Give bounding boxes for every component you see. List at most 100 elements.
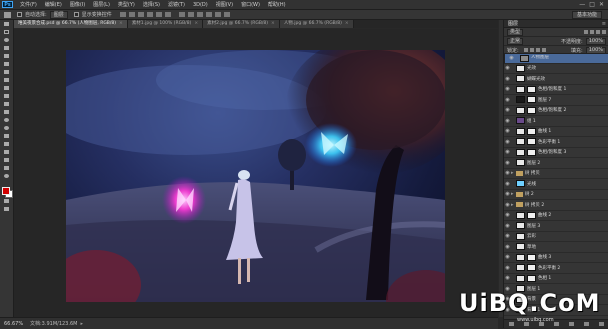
layer-thumbnail[interactable] bbox=[516, 211, 525, 219]
layer-row[interactable]: ◉ 色彩平衡 2 bbox=[504, 263, 608, 274]
lock-paint-icon[interactable] bbox=[529, 48, 534, 52]
auto-select-checkbox[interactable] bbox=[17, 12, 22, 17]
align-top-icon[interactable] bbox=[119, 12, 126, 17]
folder-icon[interactable] bbox=[516, 201, 523, 208]
folder-icon[interactable] bbox=[516, 191, 523, 198]
zoom-tool-icon[interactable] bbox=[2, 174, 11, 180]
shape-tool-icon[interactable] bbox=[2, 158, 11, 164]
layer-row[interactable]: ◉ 色相/饱和度 2 bbox=[504, 106, 608, 116]
maximize-button[interactable]: □ bbox=[589, 1, 595, 8]
align-middle-icon[interactable] bbox=[128, 12, 135, 17]
screen-mode-icon[interactable] bbox=[2, 207, 11, 213]
layer-row[interactable]: ◉ 光线 bbox=[504, 179, 608, 190]
layer-thumbnail[interactable] bbox=[516, 232, 525, 240]
distribute-center-icon[interactable] bbox=[214, 12, 221, 17]
menu-window[interactable]: 窗口(W) bbox=[237, 1, 264, 8]
visibility-eye-icon[interactable]: ◉ bbox=[504, 139, 511, 145]
menu-file[interactable]: 文件(F) bbox=[16, 1, 41, 8]
shape-filter-icon[interactable] bbox=[602, 30, 606, 34]
visibility-eye-icon[interactable]: ◉ bbox=[504, 233, 511, 239]
pixel-filter-icon[interactable] bbox=[584, 30, 588, 34]
panel-menu-icon[interactable]: ≡ bbox=[602, 21, 606, 27]
visibility-eye-icon[interactable]: ◉ bbox=[504, 212, 511, 218]
layer-thumbnail[interactable] bbox=[516, 180, 525, 188]
crop-tool-icon[interactable] bbox=[2, 54, 11, 60]
minimize-button[interactable]: — bbox=[579, 1, 585, 8]
layer-mask-thumbnail[interactable] bbox=[527, 253, 536, 261]
adjustment-filter-icon[interactable] bbox=[590, 30, 594, 34]
layer-row[interactable]: ◉ 色相 1 bbox=[504, 274, 608, 284]
visibility-eye-icon[interactable]: ◉ bbox=[504, 76, 511, 82]
lock-all-icon[interactable] bbox=[541, 48, 546, 52]
menu-edit[interactable]: 编辑(E) bbox=[41, 1, 66, 8]
layer-row[interactable]: ◉ ▸ 树 2 bbox=[504, 190, 608, 200]
visibility-eye-icon[interactable]: ◉ bbox=[504, 160, 511, 166]
layer-thumbnail[interactable] bbox=[516, 159, 525, 167]
eraser-tool-icon[interactable] bbox=[2, 102, 11, 108]
visibility-eye-icon[interactable]: ◉ bbox=[504, 181, 511, 187]
layer-row[interactable]: ◉ ▸ 树 拷贝 2 bbox=[504, 200, 608, 211]
brush-tool-icon[interactable] bbox=[2, 78, 11, 84]
status-menu-arrow-icon[interactable]: ▸ bbox=[80, 321, 83, 327]
visibility-eye-icon[interactable]: ◉ bbox=[508, 55, 515, 61]
layer-row[interactable]: ◉ 色彩平衡 1 bbox=[504, 137, 608, 148]
align-right-icon[interactable] bbox=[164, 12, 171, 17]
layer-row[interactable]: ◉ 曲线 3 bbox=[504, 253, 608, 263]
document-canvas[interactable] bbox=[66, 50, 445, 302]
layer-thumbnail[interactable] bbox=[516, 243, 525, 251]
align-left-icon[interactable] bbox=[146, 12, 153, 17]
marquee-tool-icon[interactable] bbox=[2, 30, 11, 36]
dodge-tool-icon[interactable] bbox=[2, 126, 11, 132]
healing-brush-tool-icon[interactable] bbox=[2, 70, 11, 76]
folder-icon[interactable] bbox=[516, 170, 523, 177]
blur-tool-icon[interactable] bbox=[2, 118, 11, 124]
layer-mask-thumbnail[interactable] bbox=[527, 211, 536, 219]
layer-row[interactable]: ◉ 色相/饱和度 1 bbox=[504, 85, 608, 95]
document-tab[interactable]: 唯美夜景合成.psd @ 66.7% (人物图层, RGB/8) × bbox=[14, 20, 128, 28]
gradient-tool-icon[interactable] bbox=[2, 110, 11, 116]
menu-filter[interactable]: 滤镜(T) bbox=[164, 1, 189, 8]
eyedropper-tool-icon[interactable] bbox=[2, 62, 11, 68]
visibility-eye-icon[interactable]: ◉ bbox=[504, 118, 511, 124]
menu-help[interactable]: 帮助(H) bbox=[264, 1, 290, 8]
layer-thumbnail[interactable] bbox=[516, 264, 525, 272]
lock-pixels-icon[interactable] bbox=[523, 48, 528, 52]
document-tab[interactable]: 人物.jpg @ 66.7% (RGB/8) × bbox=[279, 20, 354, 28]
layer-thumbnail[interactable] bbox=[516, 96, 525, 104]
close-tab-icon[interactable]: × bbox=[194, 21, 198, 26]
layer-row[interactable]: ◉ 光效 bbox=[504, 64, 608, 74]
layer-thumbnail[interactable] bbox=[516, 138, 525, 146]
layer-row[interactable]: ◉ 曲线 2 bbox=[504, 211, 608, 221]
menu-image[interactable]: 图像(I) bbox=[66, 1, 89, 8]
menu-type[interactable]: 类型(Y) bbox=[114, 1, 139, 8]
path-select-tool-icon[interactable] bbox=[2, 150, 11, 156]
visibility-eye-icon[interactable]: ◉ bbox=[504, 86, 511, 92]
document-tab[interactable]: 素材2.jpg @ 66.7% (RGB/8) × bbox=[203, 20, 280, 28]
layer-thumbnail[interactable] bbox=[516, 253, 525, 261]
close-tab-icon[interactable]: × bbox=[119, 21, 123, 26]
layer-row[interactable]: ◉ 人物图层 bbox=[504, 53, 608, 64]
layer-thumbnail[interactable] bbox=[516, 274, 525, 282]
visibility-eye-icon[interactable]: ◉ bbox=[504, 202, 511, 208]
type-tool-icon[interactable] bbox=[2, 142, 11, 148]
menu-select[interactable]: 选择(S) bbox=[139, 1, 164, 8]
distribute-middle-icon[interactable] bbox=[187, 12, 194, 17]
show-transform-checkbox[interactable] bbox=[73, 12, 79, 17]
visibility-eye-icon[interactable]: ◉ bbox=[504, 170, 511, 176]
layer-row[interactable]: ◉ 图层 7 bbox=[504, 95, 608, 106]
document-tab[interactable]: 素材1.jpg @ 100% (RGB/8) × bbox=[127, 20, 204, 28]
layer-row[interactable]: ◉ 组 1 bbox=[504, 116, 608, 127]
menu-view[interactable]: 视图(V) bbox=[212, 1, 237, 8]
layer-thumbnail[interactable] bbox=[516, 148, 525, 156]
layer-mask-thumbnail[interactable] bbox=[527, 106, 536, 114]
layer-mask-thumbnail[interactable] bbox=[527, 85, 536, 93]
clone-stamp-tool-icon[interactable] bbox=[2, 86, 11, 92]
layer-thumbnail[interactable] bbox=[516, 85, 525, 93]
layer-row[interactable]: ◉ ▸ 树 拷贝 bbox=[504, 169, 608, 179]
history-brush-tool-icon[interactable] bbox=[2, 94, 11, 100]
visibility-eye-icon[interactable]: ◉ bbox=[504, 191, 511, 197]
layer-mask-thumbnail[interactable] bbox=[527, 138, 536, 146]
lock-position-icon[interactable] bbox=[535, 48, 540, 52]
layer-thumbnail[interactable] bbox=[516, 75, 525, 83]
quick-select-tool-icon[interactable] bbox=[2, 46, 11, 52]
